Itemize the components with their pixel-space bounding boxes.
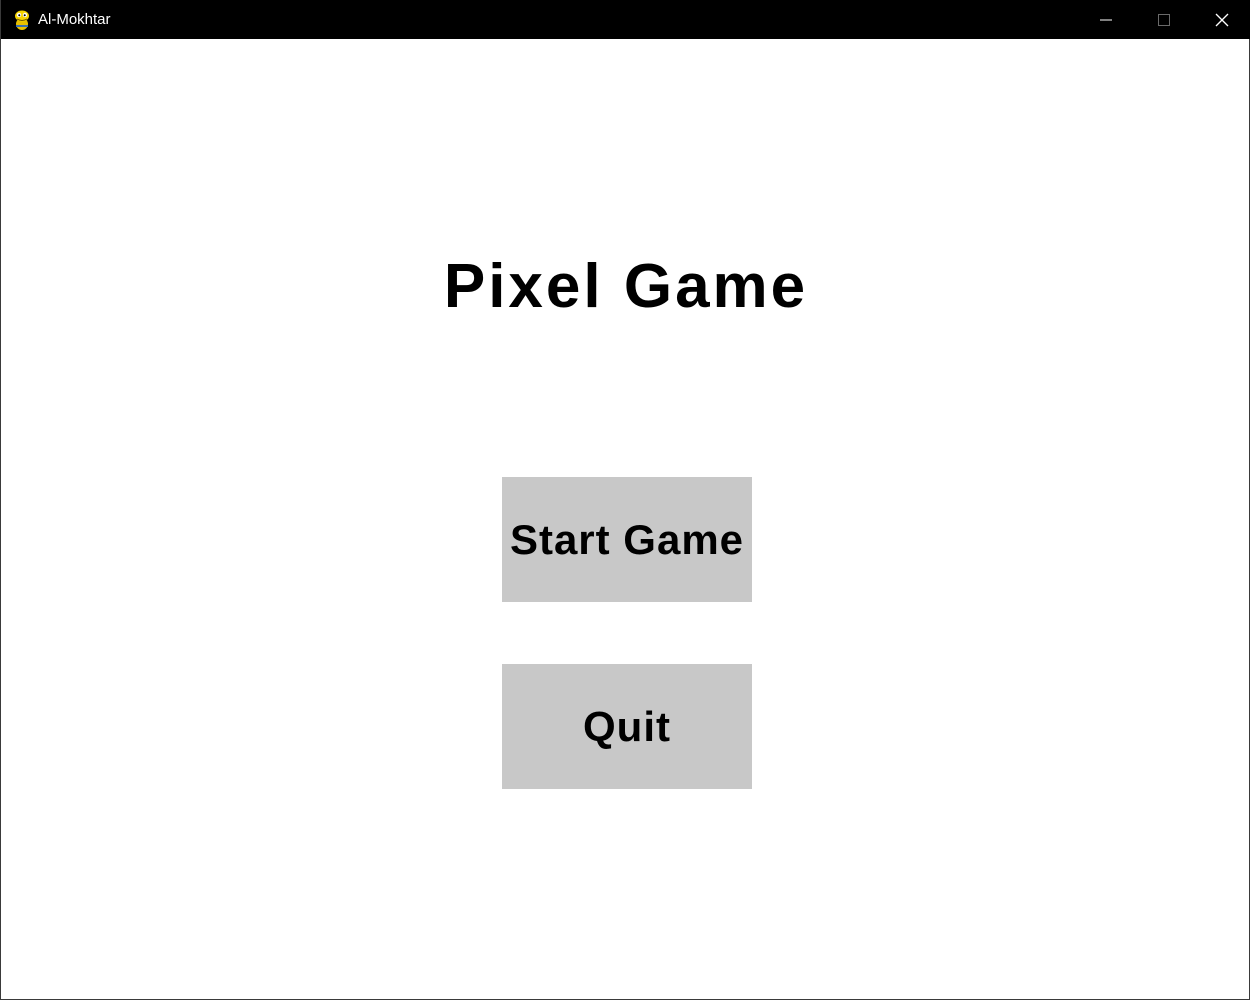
minimize-icon bbox=[1100, 14, 1112, 26]
window-title: Al-Mokhtar bbox=[38, 11, 111, 28]
maximize-button[interactable] bbox=[1135, 0, 1193, 39]
pygame-snake-icon bbox=[12, 9, 32, 31]
window-controls bbox=[1077, 0, 1250, 39]
start-game-label: Start Game bbox=[509, 515, 745, 563]
title-bar[interactable]: Al-Mokhtar bbox=[1, 0, 1250, 39]
game-canvas[interactable]: Pixel Game Start Game Quit bbox=[1, 39, 1249, 999]
close-icon bbox=[1215, 13, 1229, 27]
minimize-button[interactable] bbox=[1077, 0, 1135, 39]
start-game-button[interactable]: Start Game bbox=[502, 477, 752, 602]
quit-label: Quit bbox=[583, 702, 671, 750]
close-button[interactable] bbox=[1193, 0, 1250, 39]
maximize-icon bbox=[1158, 13, 1170, 26]
quit-button[interactable]: Quit bbox=[502, 664, 752, 789]
app-window: Al-Mokhtar Pixel Game Start Game Quit bbox=[0, 0, 1250, 1000]
game-title: Pixel Game bbox=[443, 252, 809, 321]
